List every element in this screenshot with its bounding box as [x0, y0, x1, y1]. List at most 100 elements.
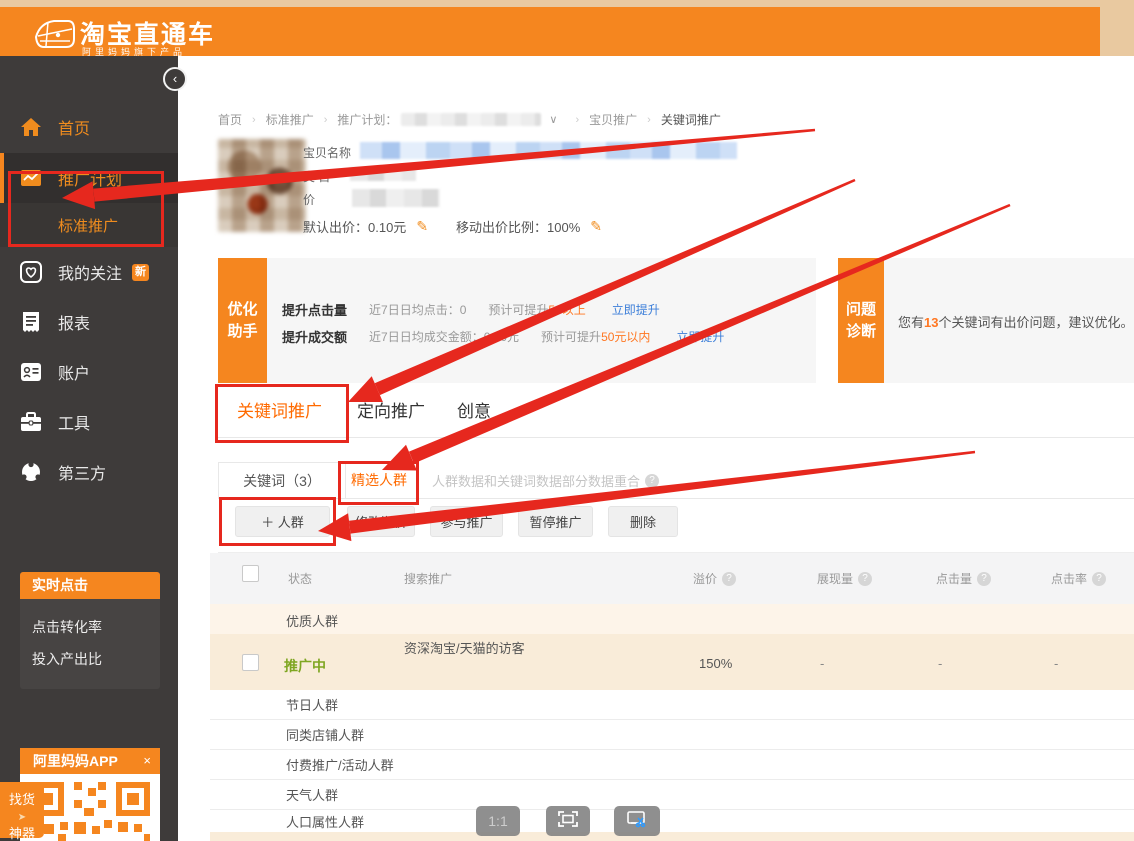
diagnosis-message: 您有13个关键词有出价问题，建议优化。 立即优化 — [898, 312, 1134, 331]
col-premium-label: 溢价 — [693, 570, 717, 587]
realtime-item-conversion[interactable]: 点击转化率 — [32, 611, 160, 643]
train-logo-icon — [34, 17, 76, 58]
sidebar-item-label: 我的关注 — [58, 260, 122, 284]
group-row-similar-shops[interactable]: 同类店铺人群 — [210, 720, 1134, 750]
taobao-zhitongche-page: 淘宝直通车 阿里妈妈旗下产品 首页 推广计划 标准推广 — [0, 0, 1134, 841]
optimizer-badge-line1: 优化 — [227, 299, 257, 321]
sidebar-collapse-button[interactable]: ‹ — [163, 67, 187, 91]
row-checkbox[interactable] — [242, 654, 259, 671]
group-label: 优质人群 — [286, 611, 338, 630]
sidebar-item-follows[interactable]: 我的关注 新 — [0, 247, 178, 297]
top-strip — [0, 0, 1134, 7]
zoom-ratio-button[interactable]: 1:1 — [476, 806, 520, 836]
optimizer-row-highlight: 50元以内 — [601, 328, 650, 345]
fullscreen-button[interactable] — [546, 806, 590, 836]
snip-button[interactable] — [614, 806, 660, 836]
diagnosis-count: 13 — [924, 315, 938, 330]
home-icon — [20, 116, 42, 138]
group-label: 同类店铺人群 — [286, 725, 364, 744]
close-icon[interactable]: × — [143, 748, 151, 774]
pause-promo-button[interactable]: 暂停推广 — [518, 506, 593, 537]
sidebar-item-home[interactable]: 首页 — [0, 102, 178, 152]
sidebar-item-tools[interactable]: 工具 — [0, 397, 178, 447]
edit-bid-icon[interactable]: ✎ — [416, 218, 428, 235]
group-row-demographic[interactable]: 人口属性人群 — [210, 810, 1134, 832]
col-clicks-label: 点击量 — [936, 570, 972, 587]
col-ctr: 点击率 ? — [1051, 570, 1106, 587]
help-icon[interactable]: ? — [858, 572, 872, 586]
join-promo-button[interactable]: 参与推广 — [430, 506, 503, 537]
sidebar-item-label: 工具 — [58, 410, 90, 434]
help-icon[interactable]: ? — [645, 474, 659, 488]
new-badge: 新 — [132, 264, 149, 281]
realtime-item-roi[interactable]: 投入产出比 — [32, 643, 160, 675]
status-badge: 推广中 — [284, 656, 326, 676]
sidebar-item-campaigns[interactable]: 推广计划 — [0, 153, 178, 203]
diagnosis-text-post: 个关键词有出价问题，建议优化。 — [938, 315, 1133, 330]
breadcrumb-home[interactable]: 首页 — [218, 111, 242, 128]
sidebar-item-thirdparty[interactable]: 第三方 — [0, 447, 178, 497]
campaign-icon — [20, 167, 42, 189]
group-row-festival[interactable]: 节日人群 — [210, 690, 1134, 720]
breadcrumb-baobei[interactable]: 宝贝推广 — [589, 111, 637, 128]
optimizer-panel: 优化 助手 提升点击量 近7日日均点击：0 预计可提升 50以上 立即提升 提升… — [218, 258, 816, 383]
subtab-crowd[interactable]: 精选人群 — [344, 462, 414, 498]
product-name-label: 宝贝名称 — [303, 144, 351, 161]
help-icon[interactable]: ? — [1092, 572, 1106, 586]
group-row-weather[interactable]: 天气人群 — [210, 780, 1134, 810]
goods-finder-line1: 找货 — [0, 789, 44, 808]
fullscreen-icon — [558, 811, 578, 832]
chevron-down-icon[interactable]: ∨ — [549, 113, 557, 126]
tab-keyword-promo[interactable]: 关键词推广 — [237, 397, 322, 422]
add-crowd-label: ＋ 人群 — [261, 512, 304, 531]
sidebar-item-account[interactable]: 账户 — [0, 347, 178, 397]
subtab-keywords[interactable]: 关键词（3） — [218, 462, 346, 499]
sidebar-item-standard-promo[interactable]: 标准推广 — [0, 203, 178, 247]
table-row[interactable]: 推广中 资深淘宝/天猫的访客 150% - - - — [210, 634, 1134, 690]
ctr-value: - — [1054, 656, 1058, 671]
boost-now-link[interactable]: 立即提升 — [676, 328, 724, 345]
subtab-crowd-label: 精选人群 — [351, 470, 407, 490]
delete-button[interactable]: 删除 — [608, 506, 678, 537]
help-icon[interactable]: ? — [722, 572, 736, 586]
realtime-panel-title: 实时点击 — [20, 572, 160, 599]
diagnosis-badge: 问题 诊断 — [838, 258, 884, 383]
col-ctr-label: 点击率 — [1051, 570, 1087, 587]
modify-premium-button[interactable]: 修改溢价 — [347, 506, 415, 537]
toolbox-icon — [20, 411, 42, 433]
sidebar-item-label: 标准推广 — [58, 215, 118, 236]
next-row-peek — [210, 832, 1134, 841]
group-row-premium-crowd[interactable]: 优质人群 — [210, 604, 1134, 634]
sidebar-item-label: 第三方 — [58, 460, 106, 484]
select-all-checkbox[interactable] — [242, 565, 259, 582]
optimizer-row-estimate: 预计可提升 — [488, 301, 548, 318]
redacted-category — [350, 167, 416, 181]
crowd-name[interactable]: 资深淘宝/天猫的访客 — [404, 638, 525, 657]
tab-targeting-promo[interactable]: 定向推广 — [357, 397, 425, 422]
product-category-label: 类 目 — [303, 168, 330, 185]
group-row-paid-activity[interactable]: 付费推广/活动人群 — [210, 750, 1134, 780]
goods-finder-tag[interactable]: 找货 ➤ 神器 — [0, 782, 44, 838]
boost-now-link[interactable]: 立即提升 — [612, 301, 660, 318]
edit-mobile-ratio-icon[interactable]: ✎ — [590, 218, 602, 235]
add-crowd-button[interactable]: ＋ 人群 — [235, 506, 330, 537]
breadcrumb-standard[interactable]: 标准推广 — [266, 111, 314, 128]
breadcrumb-plan-label: 推广计划： — [337, 111, 397, 128]
redacted-plan-name — [401, 113, 541, 126]
sidebar-item-label: 首页 — [58, 115, 90, 139]
spacer-icon — [20, 214, 42, 236]
thirdparty-icon — [20, 461, 42, 483]
pause-promo-label: 暂停推广 — [529, 512, 581, 531]
help-icon[interactable]: ? — [977, 572, 991, 586]
diagnosis-badge-line2: 诊断 — [846, 321, 876, 343]
arrow-right-icon: ➤ — [18, 812, 26, 823]
redacted-product-title — [360, 142, 737, 159]
diagnosis-badge-line1: 问题 — [846, 299, 876, 321]
sidebar-item-reports[interactable]: 报表 — [0, 297, 178, 347]
report-icon — [20, 311, 42, 333]
realtime-panel: 实时点击 点击转化率 投入产出比 — [20, 572, 160, 689]
col-search-promo: 搜索推广 — [404, 570, 452, 587]
col-status: 状态 — [288, 570, 312, 587]
bid-settings-line: 默认出价：0.10元 ✎ 移动出价比例：100% ✎ — [303, 217, 630, 236]
tab-creative[interactable]: 创意 — [457, 397, 491, 422]
